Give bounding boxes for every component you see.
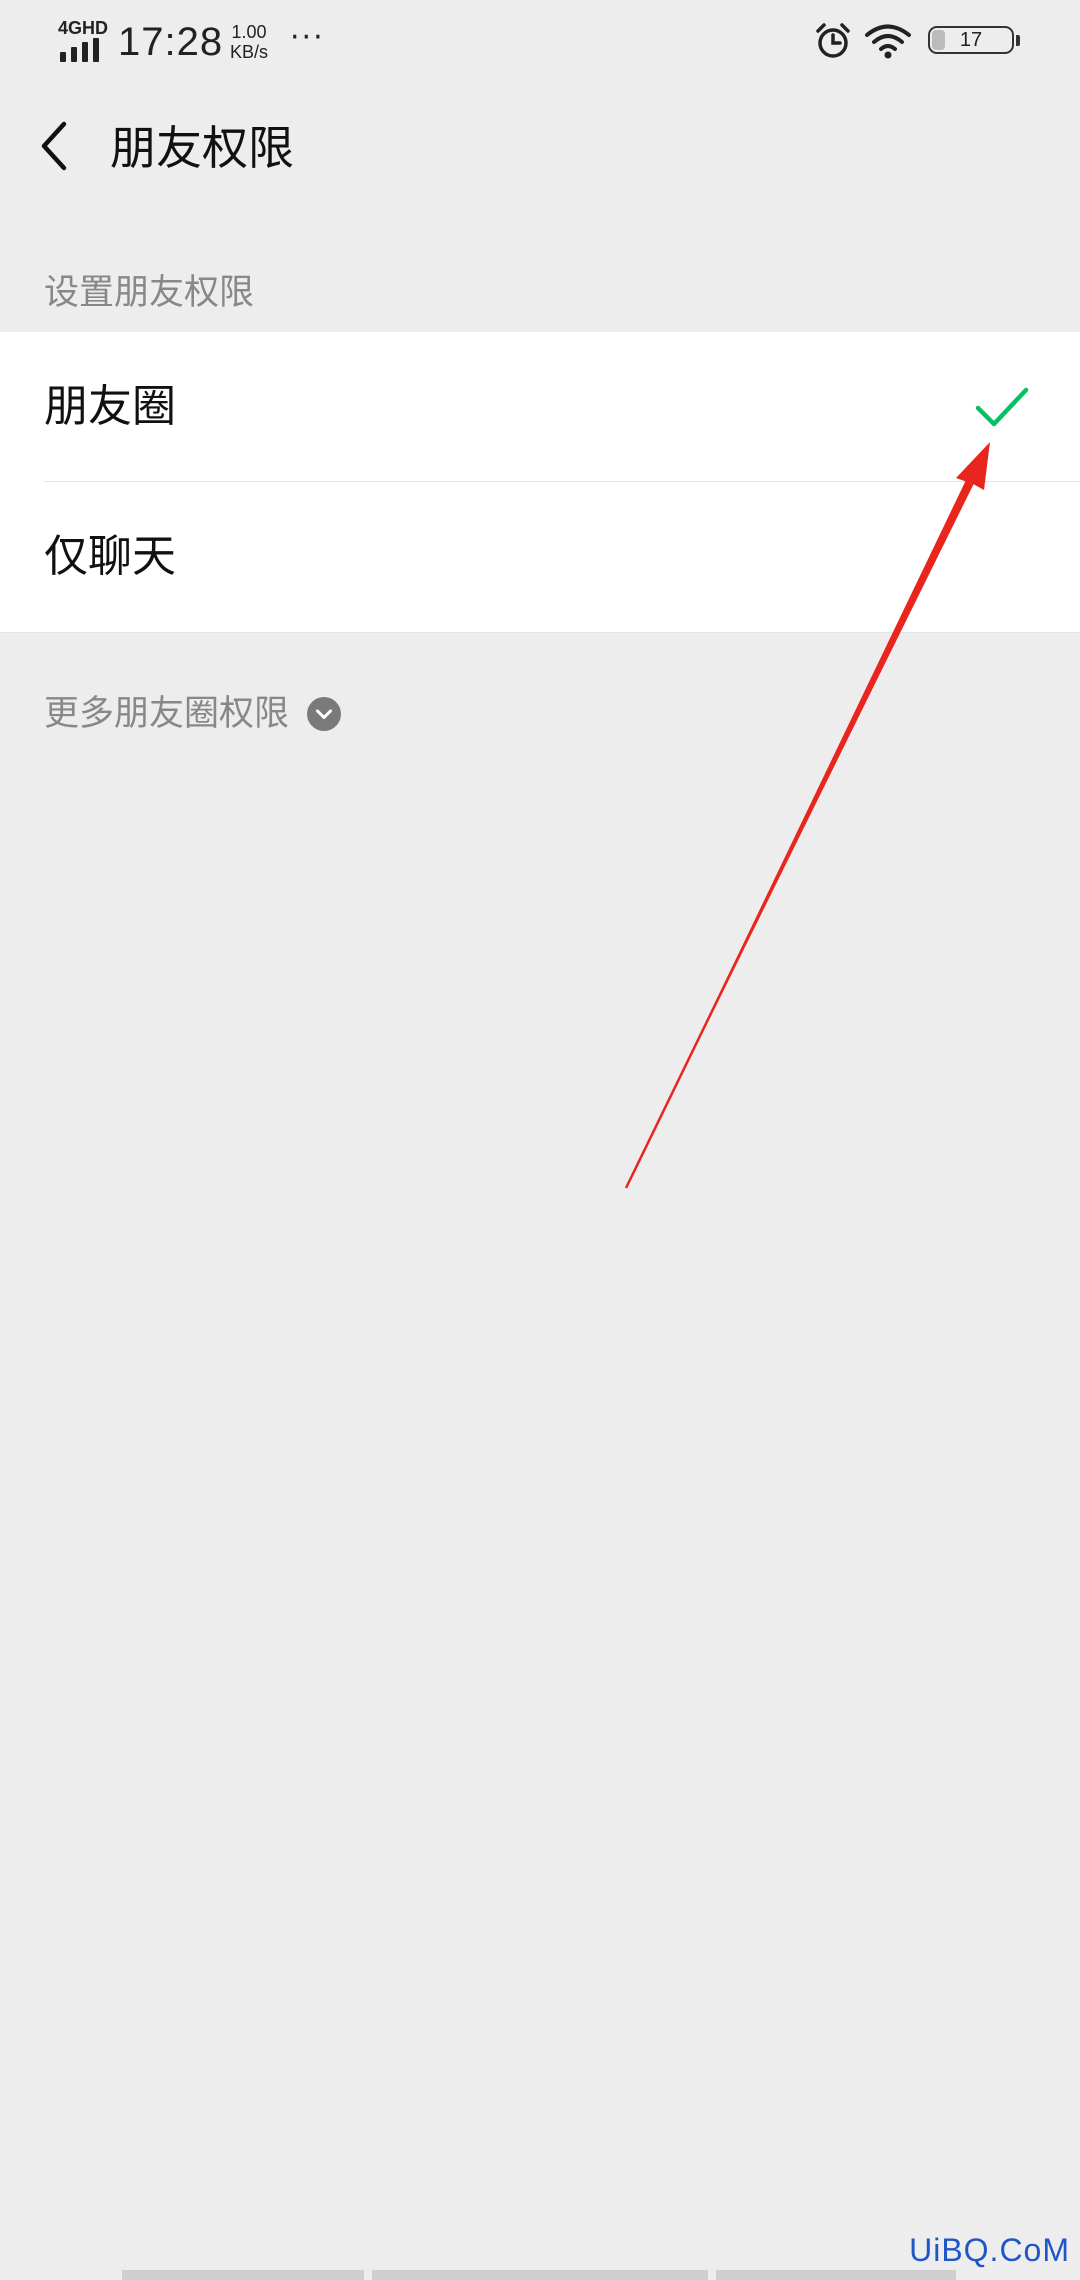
page-title: 朋友权限 <box>110 121 294 175</box>
signal-icon <box>60 38 99 62</box>
back-chevron-icon[interactable] <box>24 114 88 178</box>
navigation-bar: 朋友权限 <box>0 84 1080 214</box>
alarm-icon <box>816 23 850 58</box>
chevron-down-circle-icon <box>307 697 342 731</box>
more-permissions-toggle[interactable]: 更多朋友圈权限 <box>44 688 342 740</box>
option-chat-only[interactable]: 仅聊天 <box>0 482 1080 632</box>
network-speed-unit: KB/s <box>230 42 269 62</box>
group-divider <box>0 632 1080 633</box>
section-header: 设置朋友权限 <box>44 273 255 313</box>
check-icon <box>975 387 1029 427</box>
network-speed-value: 1.00 <box>231 22 267 42</box>
battery-level: 17 <box>959 29 983 51</box>
bottom-strip <box>716 2270 956 2280</box>
battery-cap <box>1016 35 1020 46</box>
option-label: 仅聊天 <box>44 531 176 582</box>
network-type-label: 4GHD <box>58 18 109 38</box>
watermark: UiBQ.CoM <box>909 2232 1070 2268</box>
battery-icon: 17 <box>928 26 1024 58</box>
bottom-strip <box>122 2270 364 2280</box>
bottom-strip <box>372 2270 708 2280</box>
options-group: 朋友圈 仅聊天 <box>0 332 1080 632</box>
wifi-icon <box>865 24 911 59</box>
network-speed: 1.00 KB/s <box>230 22 268 62</box>
option-moments[interactable]: 朋友圈 <box>0 332 1080 482</box>
option-label: 朋友圈 <box>44 381 176 432</box>
status-bar: 4GHD 17:28 1.00 KB/s ··· 17 <box>0 0 1080 84</box>
more-permissions-label: 更多朋友圈权限 <box>44 694 290 734</box>
more-notifications-icon: ··· <box>290 20 325 55</box>
status-time: 17:28 <box>118 20 224 64</box>
